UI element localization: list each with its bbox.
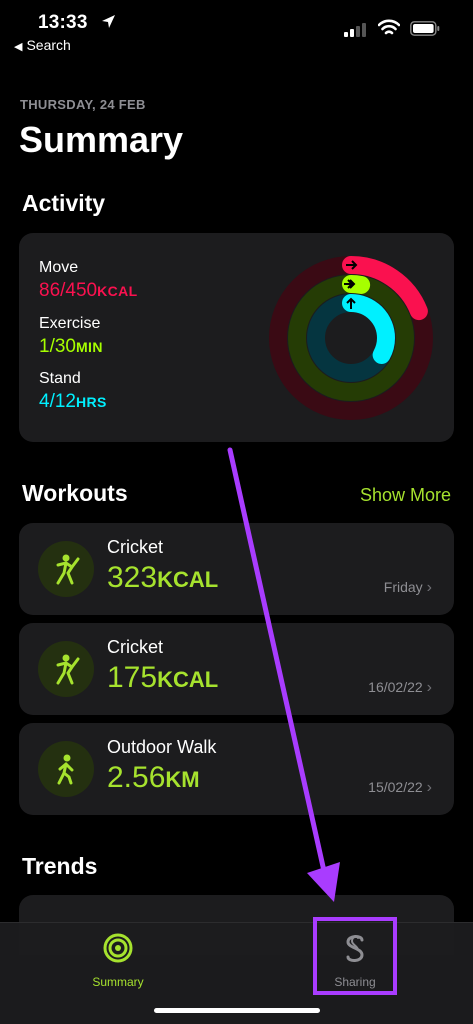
workout-card-cricket-2[interactable]: Cricket 175KCAL 16/02/22 › (19, 623, 454, 715)
location-arrow-icon (102, 15, 115, 28)
move-value-number: 86/450 (39, 280, 98, 301)
move-label: Move (39, 259, 79, 276)
workouts-heading: Workouts (22, 480, 128, 506)
workout-card-outdoor-walk[interactable]: Outdoor Walk 2.56KM 15/02/22 › (19, 723, 454, 815)
workout-card-cricket-1[interactable]: Cricket 323KCAL Friday › (19, 523, 454, 615)
workout-value: 323KCAL (107, 561, 218, 595)
tab-summary-label: Summary (92, 975, 144, 989)
workout-value: 175KCAL (107, 661, 218, 695)
workout-date-text: 15/02/22 (368, 779, 423, 795)
move-value: 86/450KCAL (39, 280, 138, 302)
workout-unit: KCAL (157, 667, 219, 692)
stand-value-number: 4/12 (39, 391, 76, 412)
workout-unit: KCAL (157, 567, 219, 592)
workout-date-text: 16/02/22 (368, 679, 423, 695)
workout-date: Friday › (384, 579, 432, 597)
status-bar: 13:33 ◀ Search (0, 0, 473, 60)
chevron-right-icon: › (426, 579, 432, 596)
show-more-link[interactable]: Show More (360, 485, 451, 506)
exercise-unit: MIN (75, 339, 103, 355)
exercise-value-number: 1/30 (39, 336, 76, 357)
workout-value-number: 175 (107, 661, 158, 694)
workout-value-number: 2.56 (107, 761, 166, 794)
stand-label: Stand (39, 370, 81, 387)
back-caret-icon: ◀ (14, 41, 23, 53)
home-indicator[interactable] (154, 1008, 320, 1013)
back-label: Search (26, 37, 71, 53)
cellular-signal-icon (344, 23, 366, 37)
cricket-icon (38, 641, 94, 697)
chevron-right-icon: › (426, 779, 432, 796)
chevron-right-icon: › (426, 679, 432, 696)
trends-heading: Trends (22, 853, 98, 879)
walk-icon (38, 741, 94, 797)
stand-unit: HRS (75, 394, 107, 410)
activity-heading: Activity (22, 190, 106, 216)
workout-name: Cricket (107, 537, 164, 557)
date-label: THURSDAY, 24 FEB (20, 97, 146, 112)
workout-date-text: Friday (383, 579, 423, 595)
workout-date: 16/02/22 › (368, 679, 432, 697)
activity-rings (269, 256, 433, 420)
stand-value: 4/12HRS (39, 391, 107, 413)
sharing-highlight-box (313, 917, 397, 995)
cricket-icon (38, 541, 94, 597)
summary-rings-icon (103, 933, 133, 963)
exercise-value: 1/30MIN (39, 336, 103, 358)
workout-unit: KM (165, 767, 200, 792)
workout-name: Outdoor Walk (107, 737, 217, 757)
activity-card[interactable]: Move 86/450KCAL Exercise 1/30MIN Stand 4… (19, 233, 454, 442)
back-to-search-link[interactable]: ◀ Search (14, 37, 71, 53)
workout-name: Cricket (107, 637, 164, 657)
exercise-label: Exercise (39, 315, 101, 332)
page-title: Summary (19, 119, 184, 160)
status-time: 13:33 (38, 12, 88, 33)
workout-value-number: 323 (107, 561, 158, 594)
workout-date: 15/02/22 › (368, 779, 432, 797)
wifi-icon (378, 19, 400, 35)
battery-icon (410, 21, 440, 36)
move-unit: KCAL (97, 283, 138, 299)
tab-summary[interactable]: Summary (58, 931, 178, 991)
workout-value: 2.56KM (107, 761, 200, 795)
